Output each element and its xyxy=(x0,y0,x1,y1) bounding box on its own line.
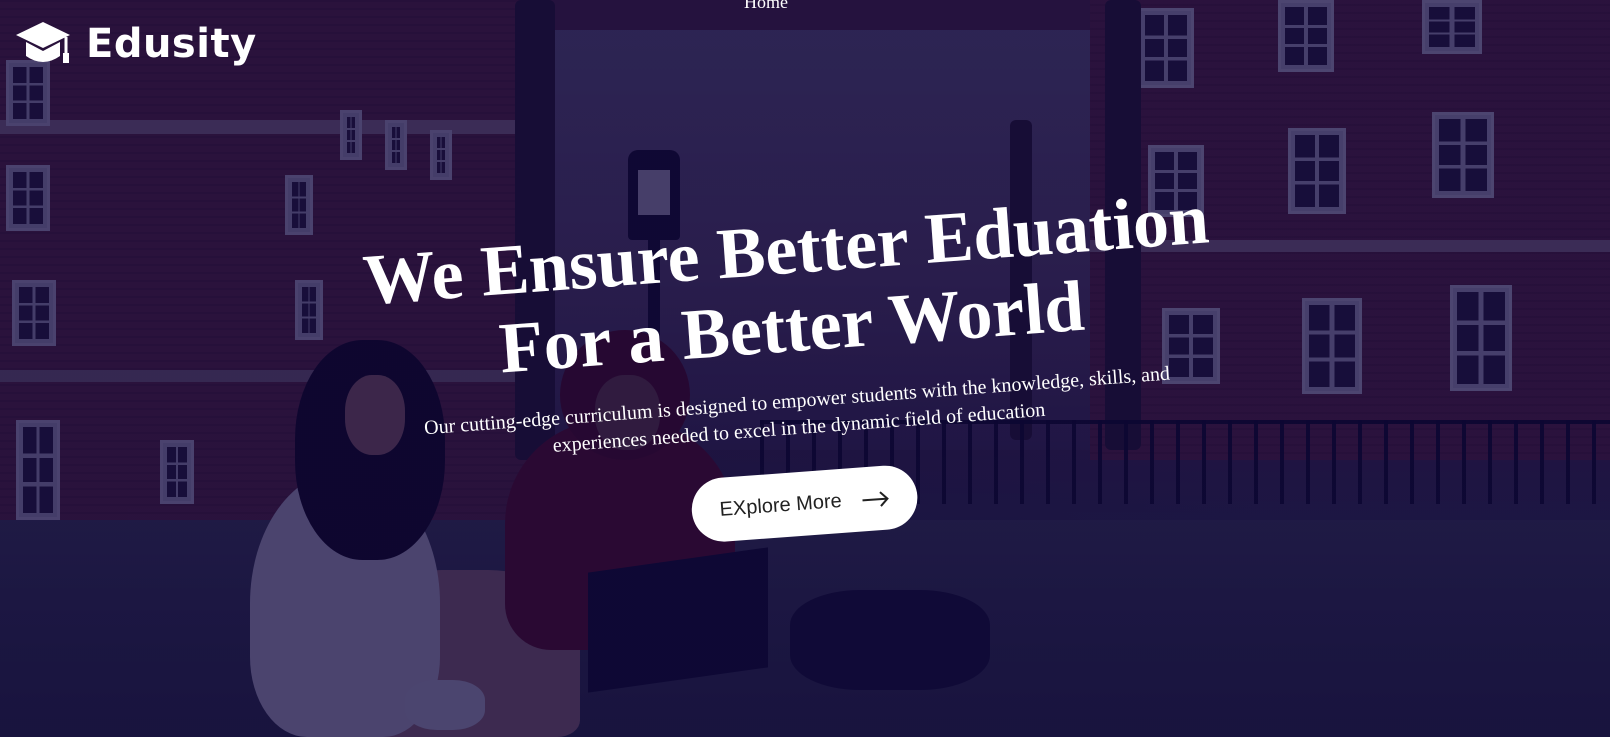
nav-link-home[interactable]: Home xyxy=(744,0,788,13)
explore-more-label: EXplore More xyxy=(718,489,843,521)
page: Edusity Home We Ensure Better Eduation F… xyxy=(0,0,1610,737)
arrow-right-icon xyxy=(861,489,890,507)
brand-logo[interactable]: Edusity xyxy=(14,18,257,70)
graduation-cap-icon xyxy=(14,18,72,70)
brand-name: Edusity xyxy=(86,21,257,67)
